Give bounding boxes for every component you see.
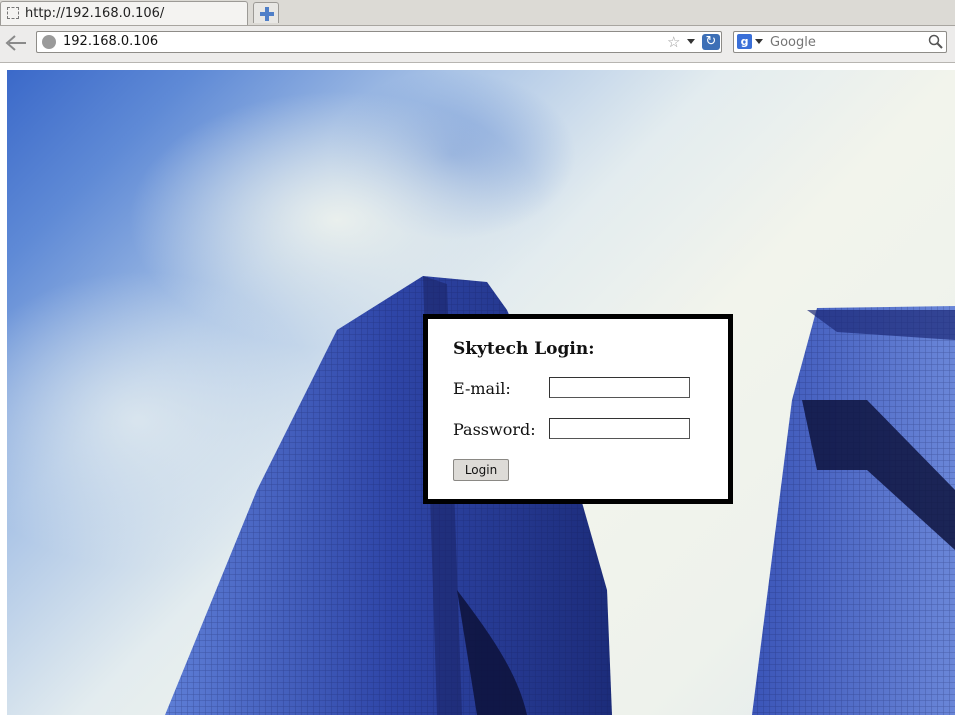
- search-engine-dropdown-icon[interactable]: [755, 39, 763, 44]
- login-box: Skytech Login: E-mail: Password: Login: [423, 314, 733, 504]
- search-icon[interactable]: [928, 34, 944, 50]
- google-icon[interactable]: g: [737, 34, 752, 49]
- login-heading: Skytech Login:: [453, 339, 595, 359]
- bookmark-star-icon[interactable]: ☆: [667, 33, 680, 51]
- plus-icon: [260, 7, 274, 21]
- navigation-bar: 192.168.0.106 ☆ ↻ g: [0, 26, 955, 63]
- address-bar[interactable]: 192.168.0.106 ☆ ↻: [36, 31, 722, 53]
- login-button[interactable]: Login: [453, 459, 509, 481]
- globe-icon: [42, 35, 56, 49]
- back-button[interactable]: [4, 33, 28, 53]
- blank-page-icon: [7, 7, 19, 19]
- password-label: Password:: [453, 420, 536, 439]
- history-dropdown-icon[interactable]: [687, 39, 695, 44]
- url-text: 192.168.0.106: [63, 34, 159, 49]
- reload-icon[interactable]: ↻: [702, 34, 720, 50]
- new-tab-button[interactable]: [253, 2, 279, 23]
- back-arrow-icon: [5, 35, 26, 51]
- search-input[interactable]: [770, 34, 920, 50]
- tab-title: http://192.168.0.106/: [25, 6, 165, 21]
- password-field[interactable]: [549, 418, 690, 439]
- email-label: E-mail:: [453, 379, 511, 398]
- tab-bar: http://192.168.0.106/: [0, 0, 955, 26]
- browser-tab[interactable]: http://192.168.0.106/: [0, 1, 248, 25]
- email-field[interactable]: [549, 377, 690, 398]
- search-bar[interactable]: g: [733, 31, 947, 53]
